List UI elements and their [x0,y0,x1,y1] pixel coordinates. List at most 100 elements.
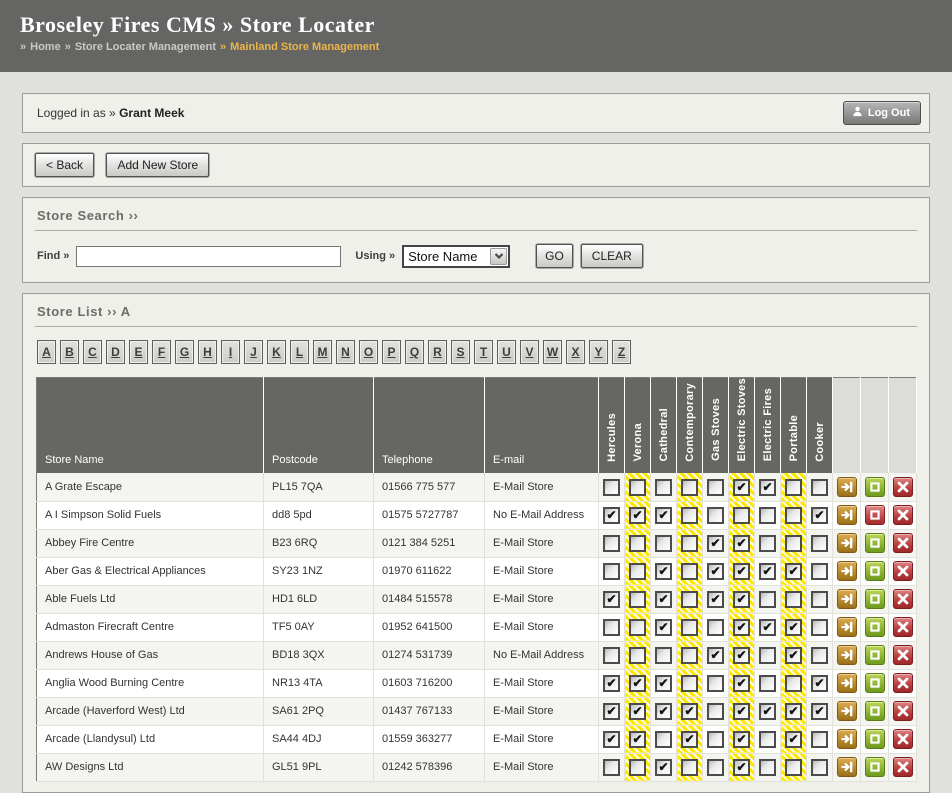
status-active-icon[interactable] [865,533,885,553]
logout-button[interactable]: Log Out [843,101,921,125]
product-checkbox[interactable] [655,647,672,664]
edit-store-icon[interactable] [837,645,857,665]
product-checkbox[interactable] [785,507,802,524]
edit-store-icon[interactable] [837,673,857,693]
breadcrumb-link[interactable]: Store Locater Management [75,41,216,53]
product-checkbox[interactable]: ✔ [759,479,776,496]
email-store-link[interactable]: E-Mail Store [493,481,554,493]
product-checkbox[interactable]: ✔ [759,703,776,720]
delete-store-icon[interactable] [893,729,913,749]
product-checkbox[interactable] [811,563,828,580]
product-checkbox[interactable]: ✔ [603,703,620,720]
alphabet-letter-e[interactable]: E [129,340,148,364]
product-checkbox[interactable] [681,535,698,552]
product-checkbox[interactable] [603,563,620,580]
alphabet-letter-w[interactable]: W [543,340,562,364]
product-checkbox[interactable]: ✔ [733,647,750,664]
edit-store-icon[interactable] [837,561,857,581]
alphabet-letter-y[interactable]: Y [589,340,608,364]
alphabet-letter-i[interactable]: I [221,340,240,364]
product-checkbox[interactable]: ✔ [707,563,724,580]
product-checkbox[interactable] [707,759,724,776]
product-checkbox[interactable] [681,591,698,608]
product-checkbox[interactable]: ✔ [785,563,802,580]
search-input[interactable] [76,246,341,267]
status-active-icon[interactable] [865,561,885,581]
alphabet-letter-g[interactable]: G [175,340,194,364]
product-checkbox[interactable] [733,507,750,524]
product-checkbox[interactable] [629,535,646,552]
product-checkbox[interactable] [707,703,724,720]
email-store-link[interactable]: E-Mail Store [493,761,554,773]
product-checkbox[interactable] [603,479,620,496]
product-checkbox[interactable]: ✔ [655,591,672,608]
product-checkbox[interactable]: ✔ [603,675,620,692]
product-checkbox[interactable] [707,731,724,748]
product-checkbox[interactable]: ✔ [629,675,646,692]
go-button[interactable]: GO [536,244,573,268]
alphabet-letter-b[interactable]: B [60,340,79,364]
product-checkbox[interactable] [759,507,776,524]
product-checkbox[interactable]: ✔ [733,703,750,720]
product-checkbox[interactable] [629,619,646,636]
email-store-link[interactable]: E-Mail Store [493,677,554,689]
product-checkbox[interactable] [681,507,698,524]
search-field-select[interactable]: Store Name [402,245,510,268]
product-checkbox[interactable] [629,563,646,580]
delete-store-icon[interactable] [893,561,913,581]
product-checkbox[interactable] [759,591,776,608]
product-checkbox[interactable] [785,479,802,496]
alphabet-letter-u[interactable]: U [497,340,516,364]
product-checkbox[interactable]: ✔ [681,731,698,748]
product-checkbox[interactable]: ✔ [733,619,750,636]
product-checkbox[interactable] [681,759,698,776]
status-active-icon[interactable] [865,757,885,777]
delete-store-icon[interactable] [893,477,913,497]
delete-store-icon[interactable] [893,617,913,637]
edit-store-icon[interactable] [837,701,857,721]
alphabet-letter-s[interactable]: S [451,340,470,364]
delete-store-icon[interactable] [893,589,913,609]
product-checkbox[interactable] [681,675,698,692]
email-store-link[interactable]: E-Mail Store [493,565,554,577]
delete-store-icon[interactable] [893,757,913,777]
alphabet-letter-l[interactable]: L [290,340,309,364]
alphabet-letter-q[interactable]: Q [405,340,424,364]
status-active-icon[interactable] [865,673,885,693]
product-checkbox[interactable]: ✔ [707,647,724,664]
add-new-store-button[interactable]: Add New Store [106,153,209,177]
status-inactive-icon[interactable] [865,505,885,525]
product-checkbox[interactable] [603,535,620,552]
product-checkbox[interactable] [629,759,646,776]
breadcrumb-link[interactable]: Home [30,41,61,53]
alphabet-letter-v[interactable]: V [520,340,539,364]
product-checkbox[interactable]: ✔ [629,507,646,524]
product-checkbox[interactable] [655,731,672,748]
product-checkbox[interactable] [629,647,646,664]
product-checkbox[interactable] [759,535,776,552]
product-checkbox[interactable] [811,535,828,552]
email-store-link[interactable]: E-Mail Store [493,705,554,717]
product-checkbox[interactable] [785,675,802,692]
delete-store-icon[interactable] [893,533,913,553]
product-checkbox[interactable] [759,759,776,776]
email-store-link[interactable]: E-Mail Store [493,593,554,605]
product-checkbox[interactable]: ✔ [811,507,828,524]
status-active-icon[interactable] [865,589,885,609]
product-checkbox[interactable]: ✔ [733,591,750,608]
alphabet-letter-p[interactable]: P [382,340,401,364]
edit-store-icon[interactable] [837,617,857,637]
edit-store-icon[interactable] [837,477,857,497]
product-checkbox[interactable]: ✔ [603,591,620,608]
alphabet-letter-a[interactable]: A [37,340,56,364]
alphabet-letter-c[interactable]: C [83,340,102,364]
product-checkbox[interactable] [681,647,698,664]
alphabet-letter-k[interactable]: K [267,340,286,364]
product-checkbox[interactable]: ✔ [733,535,750,552]
alphabet-letter-o[interactable]: O [359,340,378,364]
product-checkbox[interactable]: ✔ [655,759,672,776]
email-store-link[interactable]: E-Mail Store [493,537,554,549]
product-checkbox[interactable]: ✔ [733,675,750,692]
product-checkbox[interactable] [811,619,828,636]
product-checkbox[interactable]: ✔ [655,619,672,636]
